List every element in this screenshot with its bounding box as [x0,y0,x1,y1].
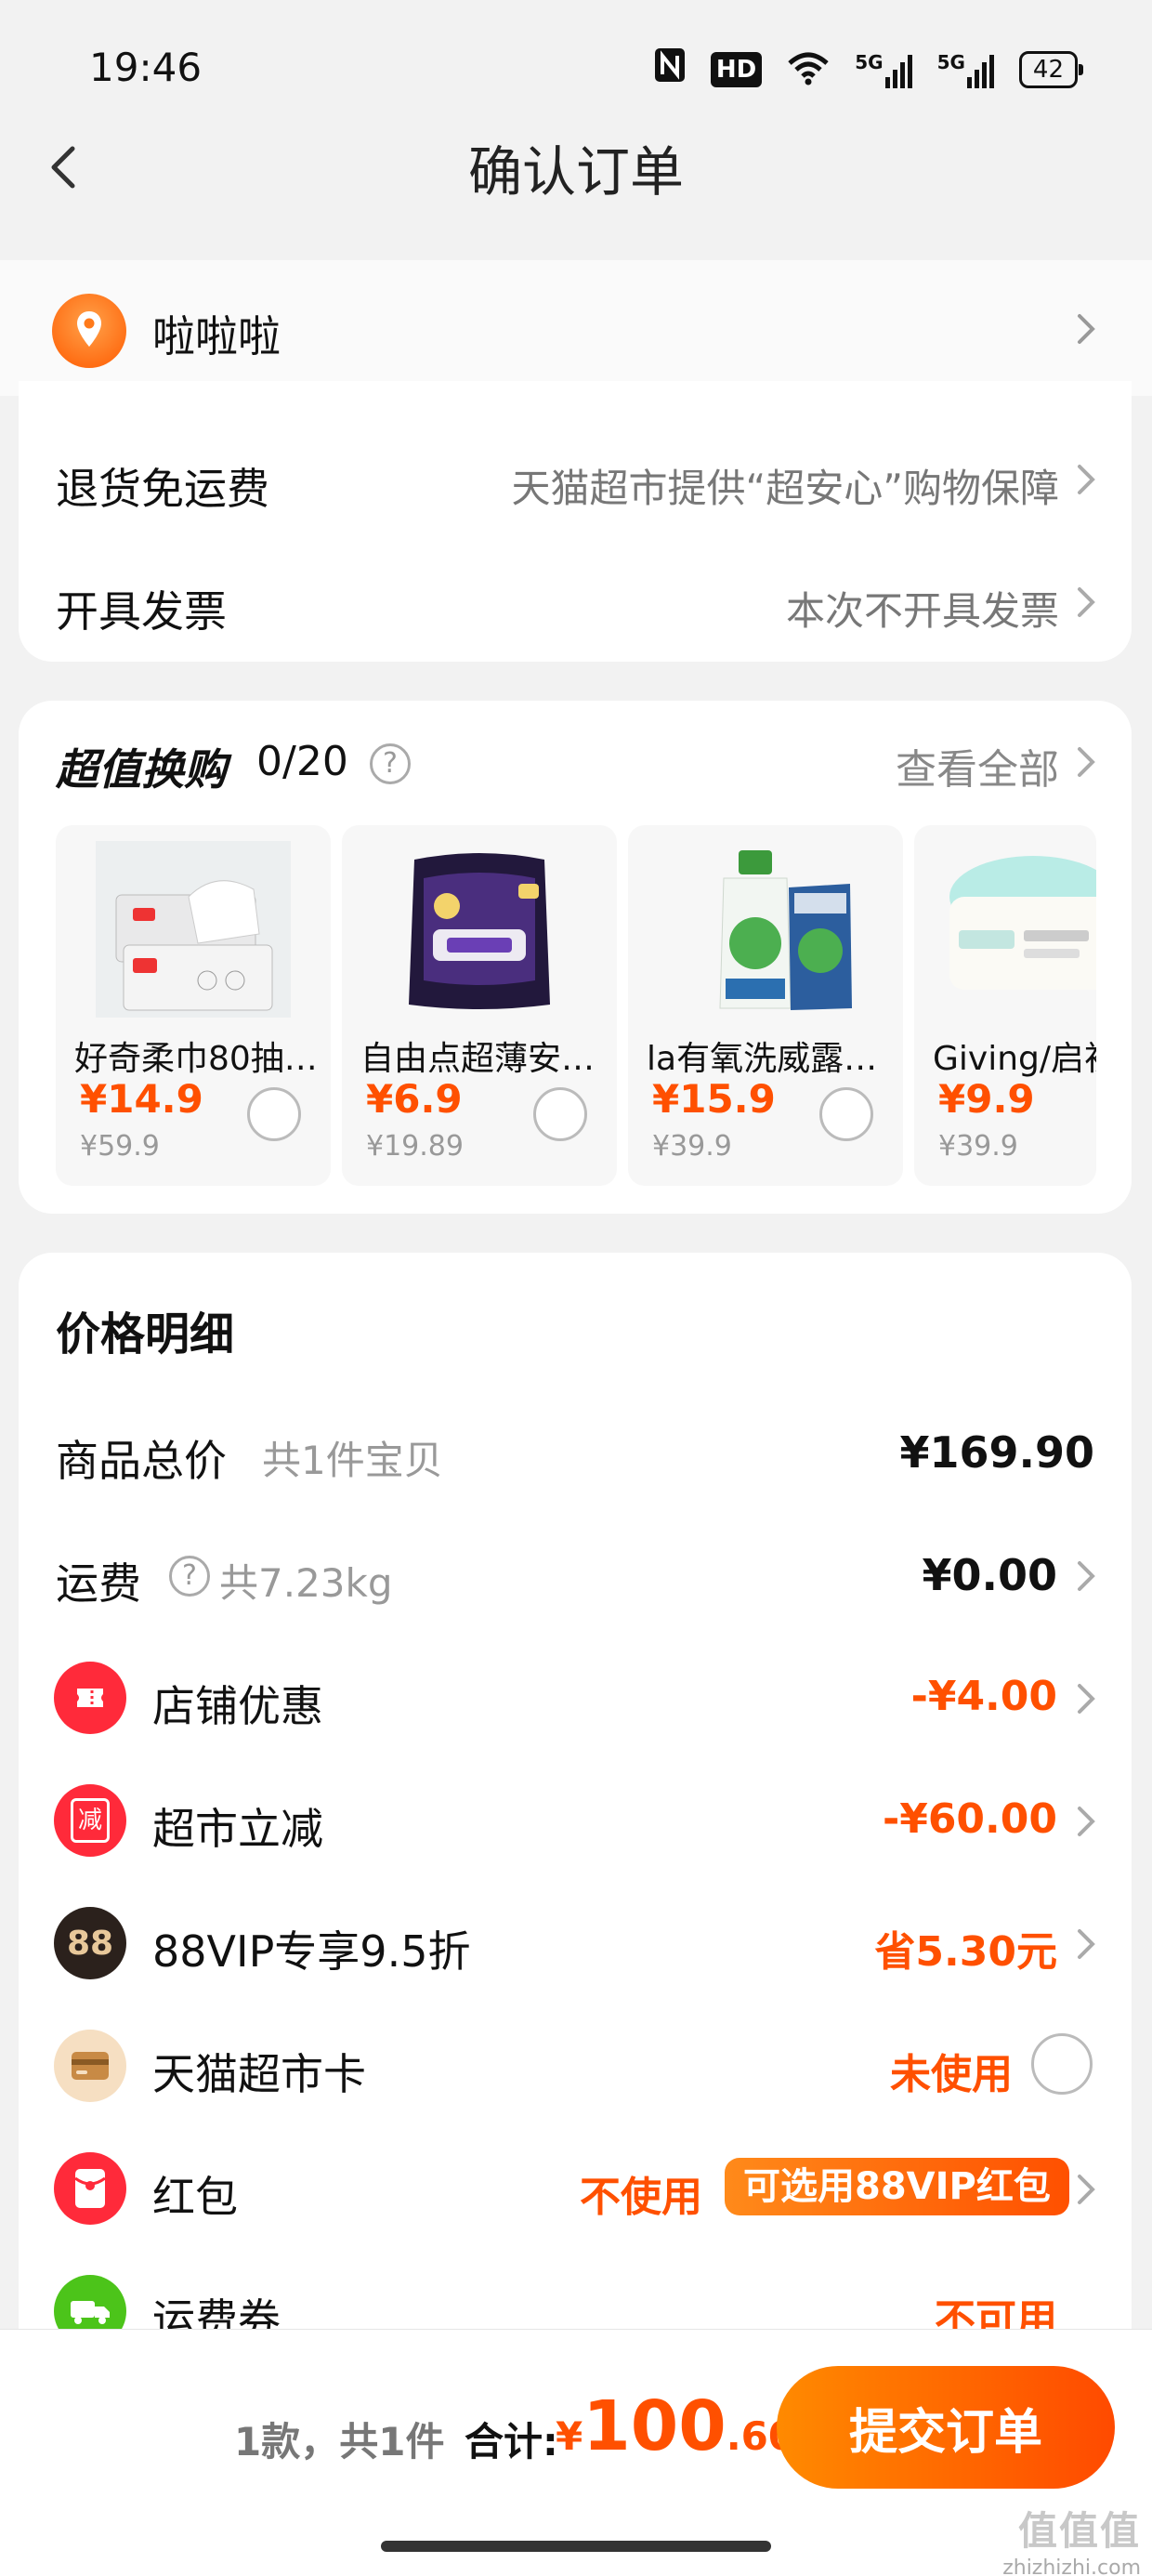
total-label: 合计: [465,2419,558,2464]
product-original-price: ¥59.9 [80,1130,160,1163]
market-card-value: 未使用 [890,2051,1013,2098]
chevron-right-icon[interactable] [1074,1803,1098,1840]
product-select-radio[interactable] [533,1087,587,1141]
goods-total-value: ¥169.90 [899,1427,1094,1478]
chevron-right-icon[interactable] [1074,1925,1098,1963]
vip-discount-value[interactable]: 省5.30元 [874,1918,1057,1978]
ticket-icon [54,1662,126,1734]
submit-order-button[interactable]: 提交订单 [777,2366,1115,2489]
5g-signal-icon: 5G [937,51,995,88]
product-price: ¥14.9 [80,1076,203,1122]
product-select-radio[interactable] [247,1087,301,1141]
product-name: la有氧洗威露… [647,1040,878,1078]
vip-discount-label: 88VIP专享9.5折 [152,1926,471,1977]
5g-signal-icon: 5G [855,51,912,88]
sanitary-pads-pack-image [359,836,600,1022]
reduce-badge-icon: 减 [54,1784,126,1857]
item-count: 1款，共1件 [234,2419,445,2464]
location-pin-icon [52,294,126,368]
tissue-pack-image [72,836,314,1022]
vip-red-packet-badge[interactable]: 可选用88VIP红包 [725,2158,1069,2215]
market-card-label: 天猫超市卡 [152,2049,366,2099]
chevron-right-icon[interactable] [1074,1680,1098,1717]
shipping-label: 运费 [56,1558,141,1609]
shipping-value: ¥0.00 [922,1550,1057,1600]
red-packet-value[interactable]: 不使用 [580,2163,702,2223]
exchange-product[interactable]: la有氧洗威露… ¥15.9 ¥39.9 [628,825,903,1186]
product-name: 自由点超薄安… [360,1040,596,1078]
exchange-product[interactable]: Giving/启初 ¥9.9 ¥39.9 [914,825,1096,1186]
product-price: ¥6.9 [366,1076,463,1122]
product-original-price: ¥39.9 [652,1130,732,1163]
watermark: 值值值 zhizhizhi.com [1002,2508,1141,2576]
product-price: ¥15.9 [652,1076,776,1122]
laundry-detergent-image [645,836,886,1022]
chevron-right-icon[interactable] [1074,461,1098,498]
exchange-product[interactable]: 自由点超薄安… ¥6.9 ¥19.89 [342,825,617,1186]
price-detail-title: 价格明细 [56,1308,235,1360]
market-cut-value[interactable]: -¥60.00 [883,1795,1057,1843]
total-amount: ¥100.60 [556,2386,796,2466]
product-original-price: ¥39.9 [938,1130,1018,1163]
help-icon[interactable]: ? [169,1556,210,1597]
battery-indicator: 42 [1018,50,1084,88]
baby-cream-jar-image [931,836,1096,1022]
market-card-radio[interactable] [1031,2033,1093,2095]
product-name: Giving/启初 [933,1040,1096,1078]
product-original-price: ¥19.89 [366,1130,464,1163]
nfc-icon [653,46,687,92]
exchange-product[interactable]: 好奇柔巾80抽… ¥14.9 ¥59.9 [56,825,331,1186]
goods-total-label: 商品总价 [56,1436,227,1486]
chevron-right-icon[interactable] [1074,310,1098,348]
chevron-right-icon[interactable] [1074,584,1098,621]
store-discount-label: 店铺优惠 [152,1681,323,1731]
vip-88-icon: 88 [54,1907,126,1979]
wifi-icon [786,50,831,89]
home-indicator[interactable] [381,2541,771,2552]
product-name: 好奇柔巾80抽… [74,1040,318,1078]
exchange-count: 0/20 [256,738,348,785]
invoice-value[interactable]: 本次不开具发票 [786,580,1059,637]
goods-total-count: 共1件宝贝 [262,1438,443,1483]
exchange-title: 超值换购 [56,744,227,795]
red-packet-label: 红包 [152,2172,238,2222]
shipping-weight: 共7.23kg [219,1560,393,1606]
view-all-link[interactable]: 查看全部 [896,736,1059,795]
chevron-right-icon[interactable] [1074,2171,1098,2208]
return-shipping-value[interactable]: 天猫超市提供“超安心”购物保障 [511,457,1059,514]
card-icon [54,2030,126,2102]
address-name: 啦啦啦 [152,311,281,361]
chevron-right-icon[interactable] [1074,743,1098,781]
product-price: ¥9.9 [938,1076,1035,1122]
help-icon[interactable]: ? [370,743,411,784]
status-time: 19:46 [89,45,203,90]
invoice-label: 开具发票 [56,586,227,637]
page-title: 确认订单 [467,140,684,204]
red-packet-icon [54,2152,126,2225]
hd-icon: HD [710,51,763,87]
market-cut-label: 超市立减 [152,1804,323,1854]
chevron-right-icon[interactable] [1074,1557,1098,1595]
product-select-radio[interactable] [819,1087,873,1141]
store-discount-value[interactable]: -¥4.00 [911,1673,1057,1720]
status-icons: HD 5G 5G 42 [653,46,1084,92]
return-shipping-label: 退货免运费 [56,464,269,514]
